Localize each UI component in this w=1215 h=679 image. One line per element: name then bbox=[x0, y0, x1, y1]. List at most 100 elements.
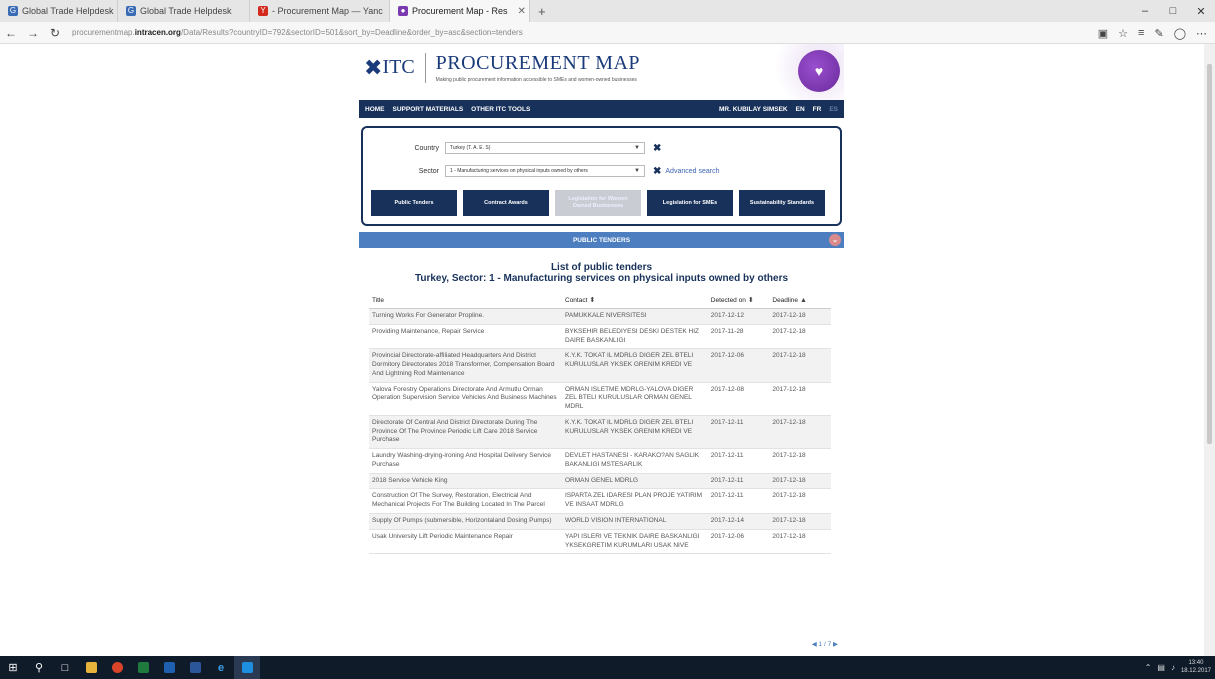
cell-deadline: 2017-12-18 bbox=[769, 308, 831, 325]
network-icon[interactable]: ▤ bbox=[1157, 663, 1165, 672]
sector-select[interactable]: 1 - Manufacturing services on physical i… bbox=[445, 165, 645, 177]
cell-detected: 2017-12-06 bbox=[707, 529, 770, 555]
close-icon[interactable]: ✕ bbox=[518, 6, 526, 17]
nav-other-itc-tools[interactable]: OTHER ITC TOOLS bbox=[471, 106, 530, 113]
cell-deadline: 2017-12-18 bbox=[769, 513, 831, 530]
table-row[interactable]: Turning Works For Generator Propline. PA… bbox=[369, 308, 831, 325]
edge-icon[interactable]: e bbox=[208, 656, 234, 679]
forward-icon[interactable]: → bbox=[22, 26, 44, 40]
cell-deadline: 2017-12-18 bbox=[769, 473, 831, 490]
volume-icon[interactable]: ♪ bbox=[1171, 663, 1175, 672]
table-row[interactable]: Directorate Of Central And District Dire… bbox=[369, 415, 831, 450]
prev-page-icon[interactable]: ◀ bbox=[812, 641, 817, 648]
task-view-icon[interactable]: □ bbox=[52, 656, 78, 679]
lang-en[interactable]: EN bbox=[796, 106, 805, 113]
cell-detected: 2017-12-11 bbox=[707, 488, 770, 515]
cell-title[interactable]: Providing Maintenance, Repair Service bbox=[369, 324, 562, 350]
maximize-icon[interactable]: □ bbox=[1159, 0, 1187, 22]
advanced-search-link[interactable]: Advanced search bbox=[665, 168, 719, 175]
url-path: /Data/Results?countryID=792&sectorID=501… bbox=[180, 28, 523, 37]
cell-title[interactable]: Construction Of The Survey, Restoration,… bbox=[369, 488, 562, 515]
user-name[interactable]: MR. KUBILAY SIMSEK bbox=[719, 106, 788, 113]
close-window-icon[interactable]: ✕ bbox=[1187, 0, 1215, 22]
refresh-icon[interactable]: ↻ bbox=[44, 26, 66, 40]
url-field[interactable]: procurementmap.intracen.org/Data/Results… bbox=[72, 28, 732, 37]
back-icon[interactable]: ← bbox=[0, 26, 22, 40]
country-select[interactable]: Turkey (T. A. E. S) ▼ bbox=[445, 142, 645, 154]
tab-label: Procurement Map - Res bbox=[412, 6, 508, 16]
public-tenders-button[interactable]: Public Tenders bbox=[371, 190, 457, 216]
cell-title[interactable]: Usak University Lift Periodic Maintenanc… bbox=[369, 529, 562, 555]
lang-es[interactable]: ES bbox=[829, 106, 838, 113]
sort-asc-icon[interactable]: ▲ bbox=[800, 297, 807, 304]
chrome-icon[interactable] bbox=[104, 656, 130, 679]
tenders-table-body: Turning Works For Generator Propline. PA… bbox=[369, 308, 831, 555]
new-tab-button[interactable]: + bbox=[530, 0, 554, 22]
table-row[interactable]: Supply Of Pumps (submersible, Horizontal… bbox=[369, 513, 831, 530]
table-row[interactable]: 2018 Service Vehicle King ORMAN GENEL MD… bbox=[369, 473, 831, 490]
browser-tab-3[interactable]: Y - Procurement Map — Yanc bbox=[250, 0, 390, 22]
globe-icon: G bbox=[8, 6, 18, 16]
browser-tab-1[interactable]: G Global Trade Helpdesk bbox=[0, 0, 118, 22]
favorite-star-icon[interactable]: ☆ bbox=[1118, 27, 1128, 40]
clear-country-icon[interactable]: ✖ bbox=[653, 143, 661, 154]
next-page-icon[interactable]: ▶ bbox=[833, 641, 838, 648]
chevron-down-icon[interactable]: ⌄ bbox=[829, 234, 841, 246]
page-scrollbar[interactable] bbox=[1204, 44, 1215, 656]
yandex-icon: Y bbox=[258, 6, 268, 16]
cell-title[interactable]: Provincial Directorate-affiliated Headqu… bbox=[369, 348, 562, 383]
search-icon[interactable]: ⚲ bbox=[26, 656, 52, 679]
nav-support-materials[interactable]: SUPPORT MATERIALS bbox=[393, 106, 464, 113]
sort-icon[interactable]: ⬍ bbox=[589, 297, 595, 304]
edge-active-icon[interactable] bbox=[234, 656, 260, 679]
cell-title[interactable]: Laundry Washing-drying-ironing And Hospi… bbox=[369, 448, 562, 474]
col-deadline[interactable]: Deadline ▲ bbox=[769, 292, 831, 309]
file-explorer-icon[interactable] bbox=[78, 656, 104, 679]
nav-home[interactable]: HOME bbox=[365, 106, 385, 113]
cell-detected: 2017-12-06 bbox=[707, 348, 770, 383]
cell-contact: ORMAN GENEL MDRLG bbox=[562, 473, 708, 490]
cell-title[interactable]: Supply Of Pumps (submersible, Horizontal… bbox=[369, 513, 562, 530]
clear-sector-icon[interactable]: ✖ bbox=[653, 166, 661, 177]
contract-awards-button[interactable]: Contract Awards bbox=[463, 190, 549, 216]
public-tenders-section-header[interactable]: PUBLIC TENDERS ⌄ bbox=[359, 232, 844, 248]
table-row[interactable]: Providing Maintenance, Repair Service BY… bbox=[369, 324, 831, 350]
word-icon[interactable] bbox=[182, 656, 208, 679]
excel-icon[interactable] bbox=[130, 656, 156, 679]
more-icon[interactable]: ⋯ bbox=[1196, 27, 1207, 40]
minimize-icon[interactable]: – bbox=[1131, 0, 1159, 22]
lang-fr[interactable]: FR bbox=[813, 106, 822, 113]
browser-tab-2[interactable]: G Global Trade Helpdesk bbox=[118, 0, 250, 22]
outlook-icon[interactable] bbox=[156, 656, 182, 679]
tray-chevron-icon[interactable]: ⌃ bbox=[1145, 663, 1152, 672]
legislation-women-button[interactable]: Legislation for Women Owned Businesses bbox=[555, 190, 641, 216]
notes-icon[interactable]: ✎ bbox=[1154, 27, 1163, 40]
site-title: PROCUREMENT MAP bbox=[435, 52, 641, 74]
table-row[interactable]: Provincial Directorate-affiliated Headqu… bbox=[369, 348, 831, 383]
col-detected-label: Detected on bbox=[710, 297, 746, 304]
cell-title[interactable]: Yalova Forestry Operations Directorate A… bbox=[369, 382, 562, 416]
table-row[interactable]: Construction Of The Survey, Restoration,… bbox=[369, 488, 831, 515]
sustainability-standards-button[interactable]: Sustainability Standards bbox=[739, 190, 825, 216]
table-row[interactable]: Usak University Lift Periodic Maintenanc… bbox=[369, 529, 831, 555]
url-prefix: procurementmap. bbox=[72, 28, 135, 37]
cell-title[interactable]: Directorate Of Central And District Dire… bbox=[369, 415, 562, 450]
cell-title[interactable]: 2018 Service Vehicle King bbox=[369, 473, 562, 490]
hub-icon[interactable]: ≡ bbox=[1138, 27, 1144, 39]
table-row[interactable]: Laundry Washing-drying-ironing And Hospi… bbox=[369, 448, 831, 474]
cell-detected: 2017-12-11 bbox=[707, 448, 770, 474]
col-detected[interactable]: Detected on ⬍ bbox=[707, 292, 770, 309]
scrollbar-thumb[interactable] bbox=[1207, 64, 1212, 444]
col-contact[interactable]: Contact ⬍ bbox=[562, 292, 708, 309]
reading-view-icon[interactable]: ▣ bbox=[1098, 27, 1108, 40]
system-clock[interactable]: 13:40 18.12.2017 bbox=[1181, 660, 1211, 674]
cell-detected: 2017-12-14 bbox=[707, 513, 770, 530]
legislation-smes-button[interactable]: Legislation for SMEs bbox=[647, 190, 733, 216]
table-row[interactable]: Yalova Forestry Operations Directorate A… bbox=[369, 382, 831, 416]
share-icon[interactable]: ◯ bbox=[1174, 27, 1186, 40]
itc-logo[interactable]: ✖ ITC PROCUREMENT MAP Making public proc… bbox=[364, 52, 640, 83]
cell-title[interactable]: Turning Works For Generator Propline. bbox=[369, 308, 562, 325]
windows-start-icon[interactable]: ⊞ bbox=[0, 656, 26, 679]
sort-icon[interactable]: ⬍ bbox=[748, 297, 754, 304]
browser-tab-4[interactable]: ● Procurement Map - Res ✕ bbox=[390, 0, 530, 22]
